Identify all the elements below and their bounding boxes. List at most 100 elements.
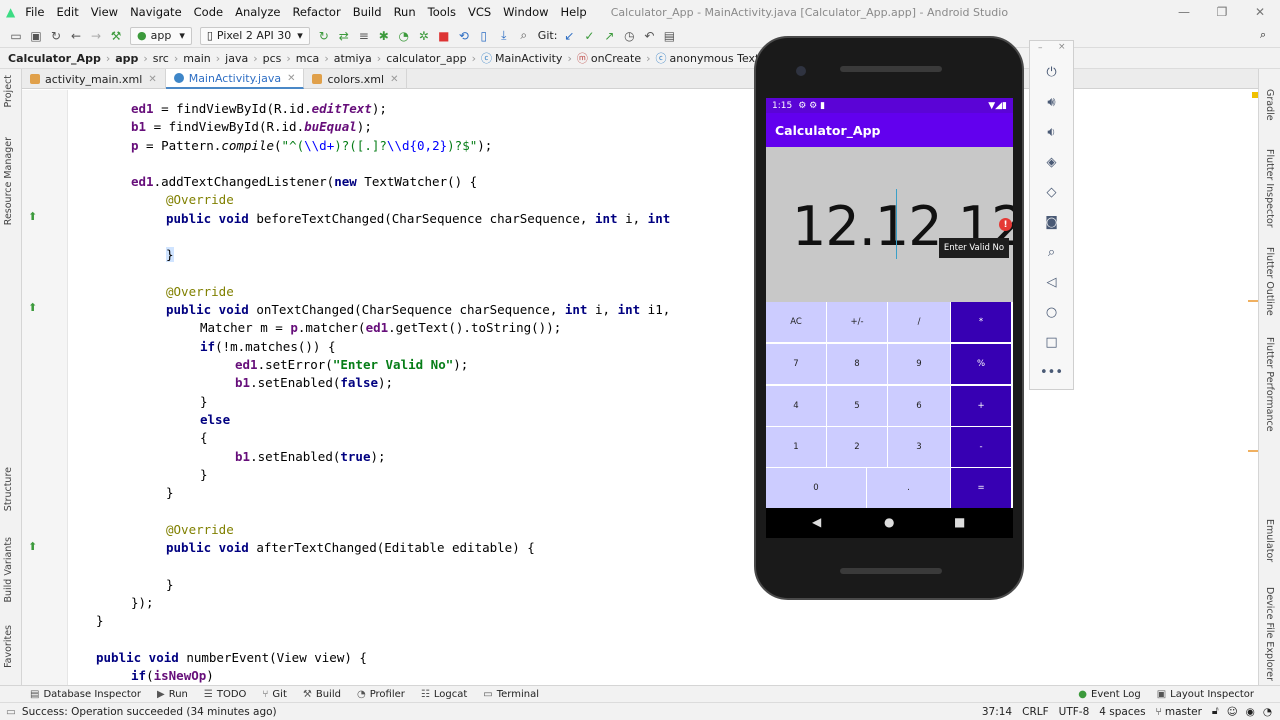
breadcrumb-item[interactable]: src › — [153, 52, 183, 65]
key-dot[interactable]: . — [867, 468, 950, 508]
git-history-button[interactable]: ◷ — [619, 26, 639, 46]
breadcrumb-item[interactable]: app › — [115, 52, 153, 65]
key-0[interactable]: 0 — [766, 468, 866, 508]
tool-flutter-outline[interactable]: Flutter Outline — [1264, 247, 1275, 316]
back-button[interactable]: ◁ — [1030, 267, 1073, 297]
breadcrumb-item[interactable]: pcs › — [263, 52, 296, 65]
tool-terminal[interactable]: ▭ Terminal — [475, 689, 547, 700]
tool-build[interactable]: ⚒ Build — [295, 689, 349, 700]
code-editor[interactable]: ed1 = findViewById(R.id.editText); b1 = … — [68, 90, 1258, 685]
zoom-button[interactable]: ⌕ — [1030, 237, 1073, 267]
menu-window[interactable]: Window — [497, 5, 554, 19]
key-5[interactable]: 5 — [827, 386, 887, 426]
key-plus[interactable]: + — [951, 386, 1011, 426]
key-8[interactable]: 8 — [827, 344, 887, 384]
breadcrumb-item[interactable]: mca › — [296, 52, 334, 65]
profile-button[interactable]: ◔ — [394, 26, 414, 46]
menu-run[interactable]: Run — [388, 5, 422, 19]
menu-file[interactable]: File — [19, 5, 50, 19]
tool-event-log[interactable]: ● Event Log — [1070, 689, 1148, 700]
menu-help[interactable]: Help — [555, 5, 593, 19]
key-7[interactable]: 7 — [766, 344, 826, 384]
device-selector[interactable]: ▯ Pixel 2 API 30 ▾ — [199, 26, 310, 45]
search-everywhere-button[interactable]: ⌕ — [1260, 28, 1266, 42]
key-9[interactable]: 9 — [888, 344, 950, 384]
menu-vcs[interactable]: VCS — [462, 5, 497, 19]
tool-profiler[interactable]: ◔ Profiler — [349, 689, 413, 700]
tool-logcat[interactable]: ☷ Logcat — [413, 689, 475, 700]
home-button[interactable]: ○ — [1030, 297, 1073, 327]
key-equals[interactable]: = — [951, 468, 1011, 508]
run-config-button[interactable]: ≡ — [354, 26, 374, 46]
sdk-manager-button[interactable]: ⤓ — [494, 26, 514, 46]
gradle-sync-button[interactable]: ⟲ — [454, 26, 474, 46]
inspector-icon[interactable]: ☺ — [1227, 706, 1238, 718]
close-icon[interactable]: ✕ — [287, 73, 295, 84]
menu-build[interactable]: Build — [347, 5, 388, 19]
lock-icon[interactable]: 🔓︎ — [1212, 705, 1219, 718]
close-icon[interactable]: ✕ — [390, 74, 398, 85]
git-update-button[interactable]: ↙ — [559, 26, 579, 46]
tool-emulator[interactable]: Emulator — [1264, 519, 1275, 562]
home-circle-icon[interactable]: ● — [884, 515, 894, 529]
breadcrumb-item[interactable]: Calculator_App › — [8, 52, 115, 65]
project-structure-button[interactable]: ▤ — [659, 26, 679, 46]
menu-refactor[interactable]: Refactor — [286, 5, 346, 19]
git-commit-button[interactable]: ✓ — [579, 26, 599, 46]
tab-colors[interactable]: colors.xml ✕ — [304, 69, 408, 89]
more-button[interactable]: ••• — [1030, 357, 1073, 387]
key-3[interactable]: 3 — [888, 427, 950, 467]
file-encoding[interactable]: UTF-8 — [1059, 706, 1090, 718]
tool-resource-manager[interactable]: Resource Manager — [3, 137, 14, 225]
breadcrumb-item[interactable]: atmiya › — [334, 52, 386, 65]
tool-project[interactable]: Project — [3, 75, 14, 108]
override-marker-icon[interactable]: ⬆ — [28, 210, 37, 223]
editor-gutter[interactable]: ⬆ ⬆ ⬆ — [22, 90, 68, 685]
key-2[interactable]: 2 — [827, 427, 887, 467]
caret-position[interactable]: 37:14 — [982, 706, 1012, 718]
tool-device-file-explorer[interactable]: Device File Explorer — [1264, 587, 1275, 681]
tool-git[interactable]: ⑂ Git — [254, 689, 294, 700]
calculator-display[interactable]: 12.12.12 ! Enter Valid No — [766, 147, 1013, 302]
tab-main-activity[interactable]: MainActivity.java ✕ — [165, 69, 305, 89]
maximize-button[interactable]: ❐ — [1202, 0, 1242, 24]
tab-activity-main[interactable]: activity_main.xml ✕ — [22, 69, 166, 89]
status-message[interactable]: Success: Operation succeeded (34 minutes… — [22, 706, 277, 718]
rotate-left-button[interactable]: ◈ — [1030, 147, 1073, 177]
indent-setting[interactable]: 4 spaces — [1099, 706, 1145, 718]
avd-manager-button[interactable]: ▯ — [474, 26, 494, 46]
tool-database-inspector[interactable]: ▤ Database Inspector — [22, 689, 149, 700]
tool-gradle[interactable]: Gradle — [1264, 89, 1275, 121]
stop-button[interactable]: ■ — [434, 26, 454, 46]
apply-code-button[interactable]: ⇄ — [334, 26, 354, 46]
warning-marker-icon[interactable] — [1252, 92, 1258, 98]
close-window-button[interactable]: ✕ — [1240, 0, 1280, 24]
memory-icon[interactable]: ◉ — [1246, 706, 1255, 718]
tool-favorites[interactable]: Favorites — [3, 625, 14, 668]
module-selector[interactable]: ● app ▾ — [130, 26, 192, 45]
git-branch[interactable]: master — [1165, 706, 1202, 718]
key-sign[interactable]: +/- — [827, 302, 887, 342]
status-toggle-icon[interactable]: ▭ — [6, 706, 16, 718]
key-minus[interactable]: - — [951, 427, 1011, 467]
debug-button[interactable]: ✱ — [374, 26, 394, 46]
sync-button[interactable]: ↻ — [46, 26, 66, 46]
key-divide[interactable]: / — [888, 302, 950, 342]
close-icon[interactable]: × — [1058, 42, 1066, 52]
breadcrumb-item[interactable]: main › — [183, 52, 225, 65]
breadcrumb-item[interactable]: ⓜ onCreate › — [577, 50, 656, 66]
key-percent[interactable]: % — [951, 344, 1011, 384]
back-button[interactable]: ← — [66, 26, 86, 46]
key-ac[interactable]: AC — [766, 302, 826, 342]
menu-analyze[interactable]: Analyze — [229, 5, 286, 19]
breadcrumb-item[interactable]: ⓒ MainActivity › — [481, 50, 577, 66]
breadcrumb-item[interactable]: java › — [225, 52, 262, 65]
menu-navigate[interactable]: Navigate — [124, 5, 188, 19]
attach-debugger-button[interactable]: ✲ — [414, 26, 434, 46]
close-icon[interactable]: ✕ — [148, 74, 156, 85]
breadcrumb-item[interactable]: calculator_app › — [386, 52, 481, 65]
tool-build-variants[interactable]: Build Variants — [3, 537, 14, 603]
rotate-right-button[interactable]: ◇ — [1030, 177, 1073, 207]
overview-button[interactable]: □ — [1030, 327, 1073, 357]
screenshot-button[interactable]: ◙ — [1030, 207, 1073, 237]
